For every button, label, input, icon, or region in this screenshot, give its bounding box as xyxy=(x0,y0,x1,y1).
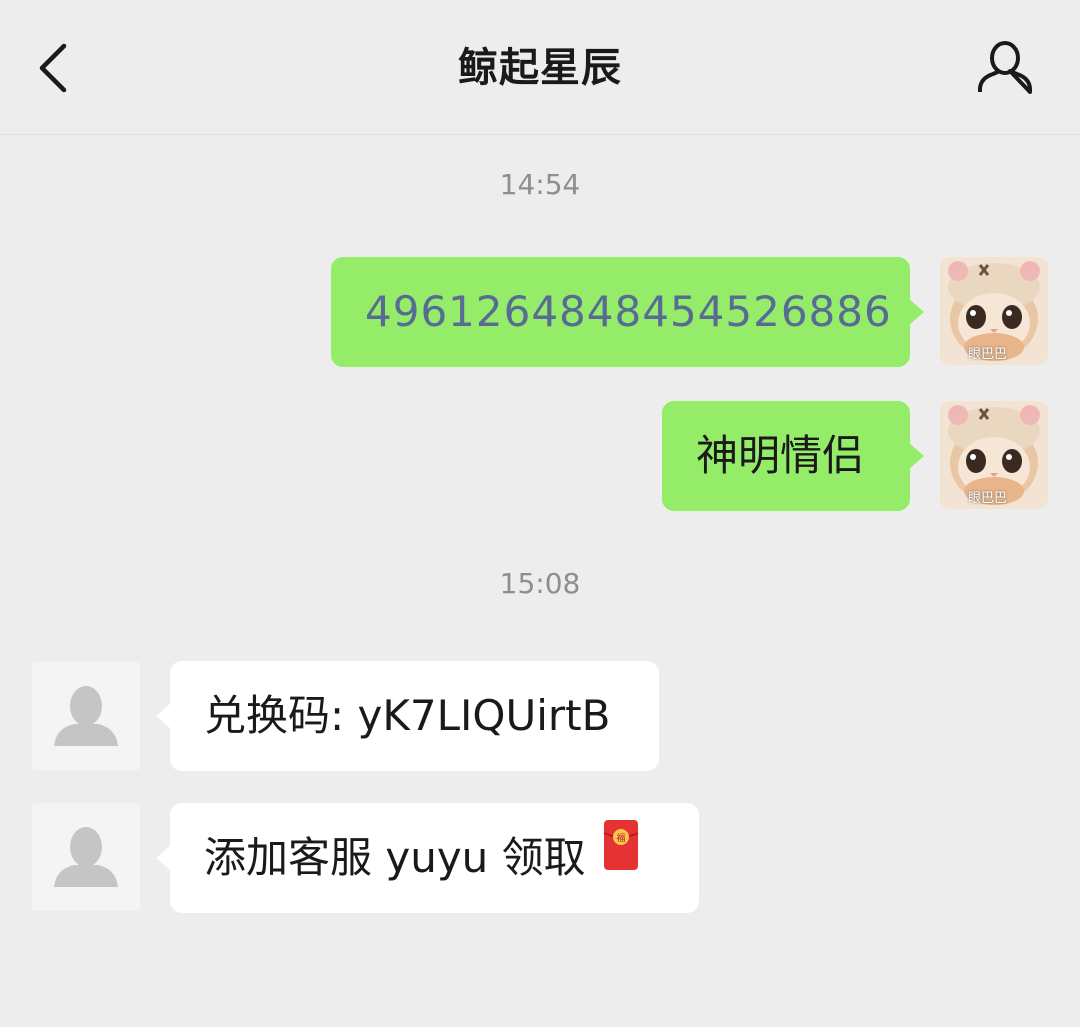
message-text: 添加客服 yuyu 领取 xyxy=(204,833,586,882)
timestamp: 14:54 xyxy=(499,168,581,201)
received-message-bubble[interactable]: 添加客服 yuyu 领取 福 xyxy=(156,802,699,913)
cat-avatar[interactable]: 眼巴巴 xyxy=(940,401,1048,509)
sent-message-bubble[interactable]: 神明情侣 xyxy=(662,401,924,511)
default-person-avatar[interactable] xyxy=(32,803,140,911)
person-outline-icon xyxy=(978,41,1032,94)
svg-text:福: 福 xyxy=(617,832,626,844)
message-text: 神明情侣 xyxy=(696,431,865,480)
cat-avatar[interactable]: 眼巴巴 xyxy=(940,257,1048,365)
avatar-caption: 眼巴巴 xyxy=(968,347,1008,362)
sent-message-bubble[interactable]: 4961264848454526886 xyxy=(331,257,924,367)
chat-title: 鲸起星辰 xyxy=(458,45,622,91)
message-text: 兑换码: yK7LIQUirtB xyxy=(204,691,611,740)
avatar-caption: 眼巴巴 xyxy=(968,491,1008,506)
phone-number-link[interactable]: 4961264848454526886 xyxy=(365,287,892,336)
default-person-avatar[interactable] xyxy=(32,662,140,770)
chat-info-button[interactable] xyxy=(972,38,1038,100)
red-envelope-icon: 福 xyxy=(603,802,639,912)
chat-header: 鲸起星辰 xyxy=(0,0,1080,135)
received-message-bubble[interactable]: 兑换码: yK7LIQUirtB xyxy=(156,661,659,771)
person-silhouette-icon xyxy=(54,827,118,887)
person-silhouette-icon xyxy=(54,686,118,746)
timestamp: 15:08 xyxy=(499,567,581,600)
